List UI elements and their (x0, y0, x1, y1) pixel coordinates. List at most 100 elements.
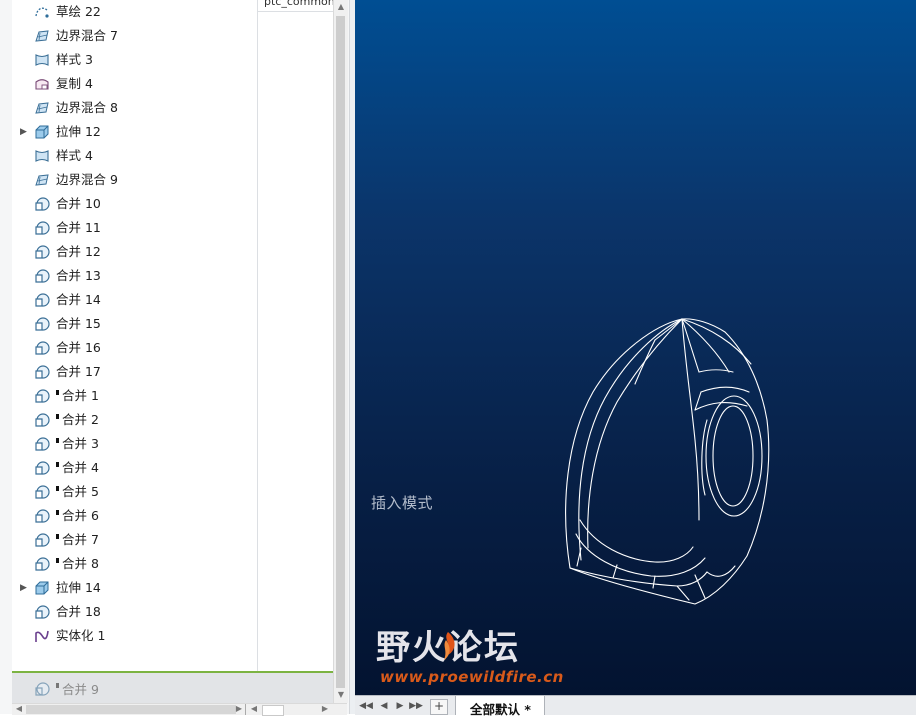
merge-icon (34, 268, 50, 284)
tree-item-label: 合并 6 (62, 508, 99, 523)
model-wireframe (565, 318, 770, 605)
tree-item[interactable]: 合并 14 (12, 288, 245, 312)
tree-item-label: 合并 4 (62, 460, 99, 475)
tree-item[interactable]: 合并 7 (12, 528, 245, 552)
forum-watermark: 野火论坛 www.proewildfire.cn (374, 628, 563, 698)
merge-icon (34, 412, 50, 428)
tree-item[interactable]: 复制 4 (12, 72, 245, 96)
merge-icon (34, 556, 50, 572)
merge-icon (34, 292, 50, 308)
tree-item-label: 边界混合 7 (56, 28, 118, 43)
merge-icon (34, 316, 50, 332)
tree-item-label: 合并 14 (56, 292, 101, 307)
tree-item[interactable]: 样式 4 (12, 144, 245, 168)
tree-item-label: 边界混合 8 (56, 100, 118, 115)
status-marker (56, 414, 59, 419)
boundary-blend-icon (34, 28, 50, 44)
boundary-blend-icon (34, 172, 50, 188)
status-marker (56, 486, 59, 491)
scroll-left-icon[interactable]: ◀ (14, 704, 24, 714)
tree-item-label: 合并 7 (62, 532, 99, 547)
tree-item[interactable]: ▶ 拉伸 14 (12, 576, 245, 600)
tree-item-label: 实体化 1 (56, 628, 106, 643)
scrollbar-thumb[interactable] (262, 705, 284, 716)
merge-icon (34, 604, 50, 620)
tree-item-label: 合并 18 (56, 604, 101, 619)
tree-item[interactable]: 合并 12 (12, 240, 245, 264)
tree-item-label: 合并 9 (62, 682, 99, 697)
tree-item-label: 合并 13 (56, 268, 101, 283)
tree-item[interactable]: 边界混合 9 (12, 168, 245, 192)
tree-item[interactable]: 合并 2 (12, 408, 245, 432)
tree-item-label: 合并 10 (56, 196, 101, 211)
tree-item[interactable]: 合并 10 (12, 192, 245, 216)
tree-item[interactable]: 合并 11 (12, 216, 245, 240)
watermark-url: www.proewildfire.cn (380, 668, 564, 686)
model-tree-panel: 草绘 22 边界混合 7 样式 3 复制 4 边界混合 8 ▶ 拉伸 12 样式 4 边界混合 … (0, 0, 356, 716)
tree-item[interactable]: ▶ 拉伸 12 (12, 120, 245, 144)
insert-mode-label: 插入模式 (371, 494, 434, 512)
copy-surface-icon (34, 76, 50, 92)
sheet-tab-default[interactable]: 全部默认 * (455, 696, 545, 717)
tree-item-label: 拉伸 14 (56, 580, 101, 595)
graphics-viewport[interactable]: 插入模式 (355, 0, 916, 695)
last-sheet-icon[interactable]: ▶▶ (409, 699, 423, 713)
tree-horizontal-scrollbar[interactable]: ◀ ▶ ◀ ▶ (12, 703, 347, 716)
merge-icon (34, 220, 50, 236)
merge-icon (34, 340, 50, 356)
tree-item-label: 边界混合 9 (56, 172, 118, 187)
status-marker (56, 558, 59, 563)
sheet-tab-bar: ◀◀ ◀ ▶ ▶▶ + 全部默认 * (355, 695, 916, 717)
scrollbar-thumb[interactable] (336, 16, 345, 688)
tree-item[interactable]: 合并 16 (12, 336, 245, 360)
tree-item[interactable]: 合并 5 (12, 480, 245, 504)
style-icon (34, 148, 50, 164)
tree-item-label: 样式 3 (56, 52, 93, 67)
tree-item[interactable]: 边界混合 8 (12, 96, 245, 120)
previous-sheet-icon[interactable]: ◀ (377, 699, 391, 713)
tree-item[interactable]: 合并 18 (12, 600, 245, 624)
tree-item[interactable]: 合并 13 (12, 264, 245, 288)
tree-item[interactable]: 合并 6 (12, 504, 245, 528)
column-divider[interactable] (257, 0, 258, 703)
tree-item[interactable]: 合并 1 (12, 384, 245, 408)
tree-item-label: 合并 12 (56, 244, 101, 259)
scroll-right-icon[interactable]: ▶ (320, 704, 330, 714)
scroll-right-icon[interactable]: ▶ (234, 704, 244, 714)
solidify-icon (34, 628, 50, 644)
tree-vertical-scrollbar[interactable]: ▲ ▼ (333, 0, 348, 703)
tree-item-label: 合并 2 (62, 412, 99, 427)
scroll-left-icon[interactable]: ◀ (249, 704, 259, 714)
merge-icon (34, 460, 50, 476)
tree-item[interactable]: 边界混合 7 (12, 24, 245, 48)
tree-item[interactable]: 草绘 22 (12, 0, 245, 24)
boundary-blend-icon (34, 100, 50, 116)
scrollbar-track[interactable] (26, 705, 236, 714)
suppressed-tree-item[interactable]: 合并 9 (12, 673, 333, 703)
scroll-down-icon[interactable]: ▼ (336, 690, 346, 700)
merge-icon (34, 436, 50, 452)
column-header[interactable]: ptc_common_na (258, 0, 333, 12)
expand-arrow-icon[interactable]: ▶ (20, 583, 27, 593)
tree-item-label: 合并 5 (62, 484, 99, 499)
merge-icon (34, 196, 50, 212)
merge-icon (34, 532, 50, 548)
tree-item[interactable]: 样式 3 (12, 48, 245, 72)
status-marker (56, 390, 59, 395)
status-marker (56, 462, 59, 467)
add-sheet-button[interactable]: + (430, 699, 448, 715)
tree-item[interactable]: 合并 8 (12, 552, 245, 576)
expand-arrow-icon[interactable]: ▶ (20, 127, 27, 137)
tree-item[interactable]: 合并 4 (12, 456, 245, 480)
first-sheet-icon[interactable]: ◀◀ (359, 699, 373, 713)
sheet-tab-label: 全部默认 * (470, 702, 531, 717)
tree-item[interactable]: 合并 17 (12, 360, 245, 384)
tree-item-label: 拉伸 12 (56, 124, 101, 139)
extrude-icon (34, 580, 50, 596)
scroll-up-icon[interactable]: ▲ (336, 2, 346, 12)
tree-item[interactable]: 合并 15 (12, 312, 245, 336)
tree-item[interactable]: 实体化 1 (12, 624, 245, 648)
tree-item[interactable]: 合并 3 (12, 432, 245, 456)
status-marker (56, 438, 59, 443)
next-sheet-icon[interactable]: ▶ (393, 699, 407, 713)
